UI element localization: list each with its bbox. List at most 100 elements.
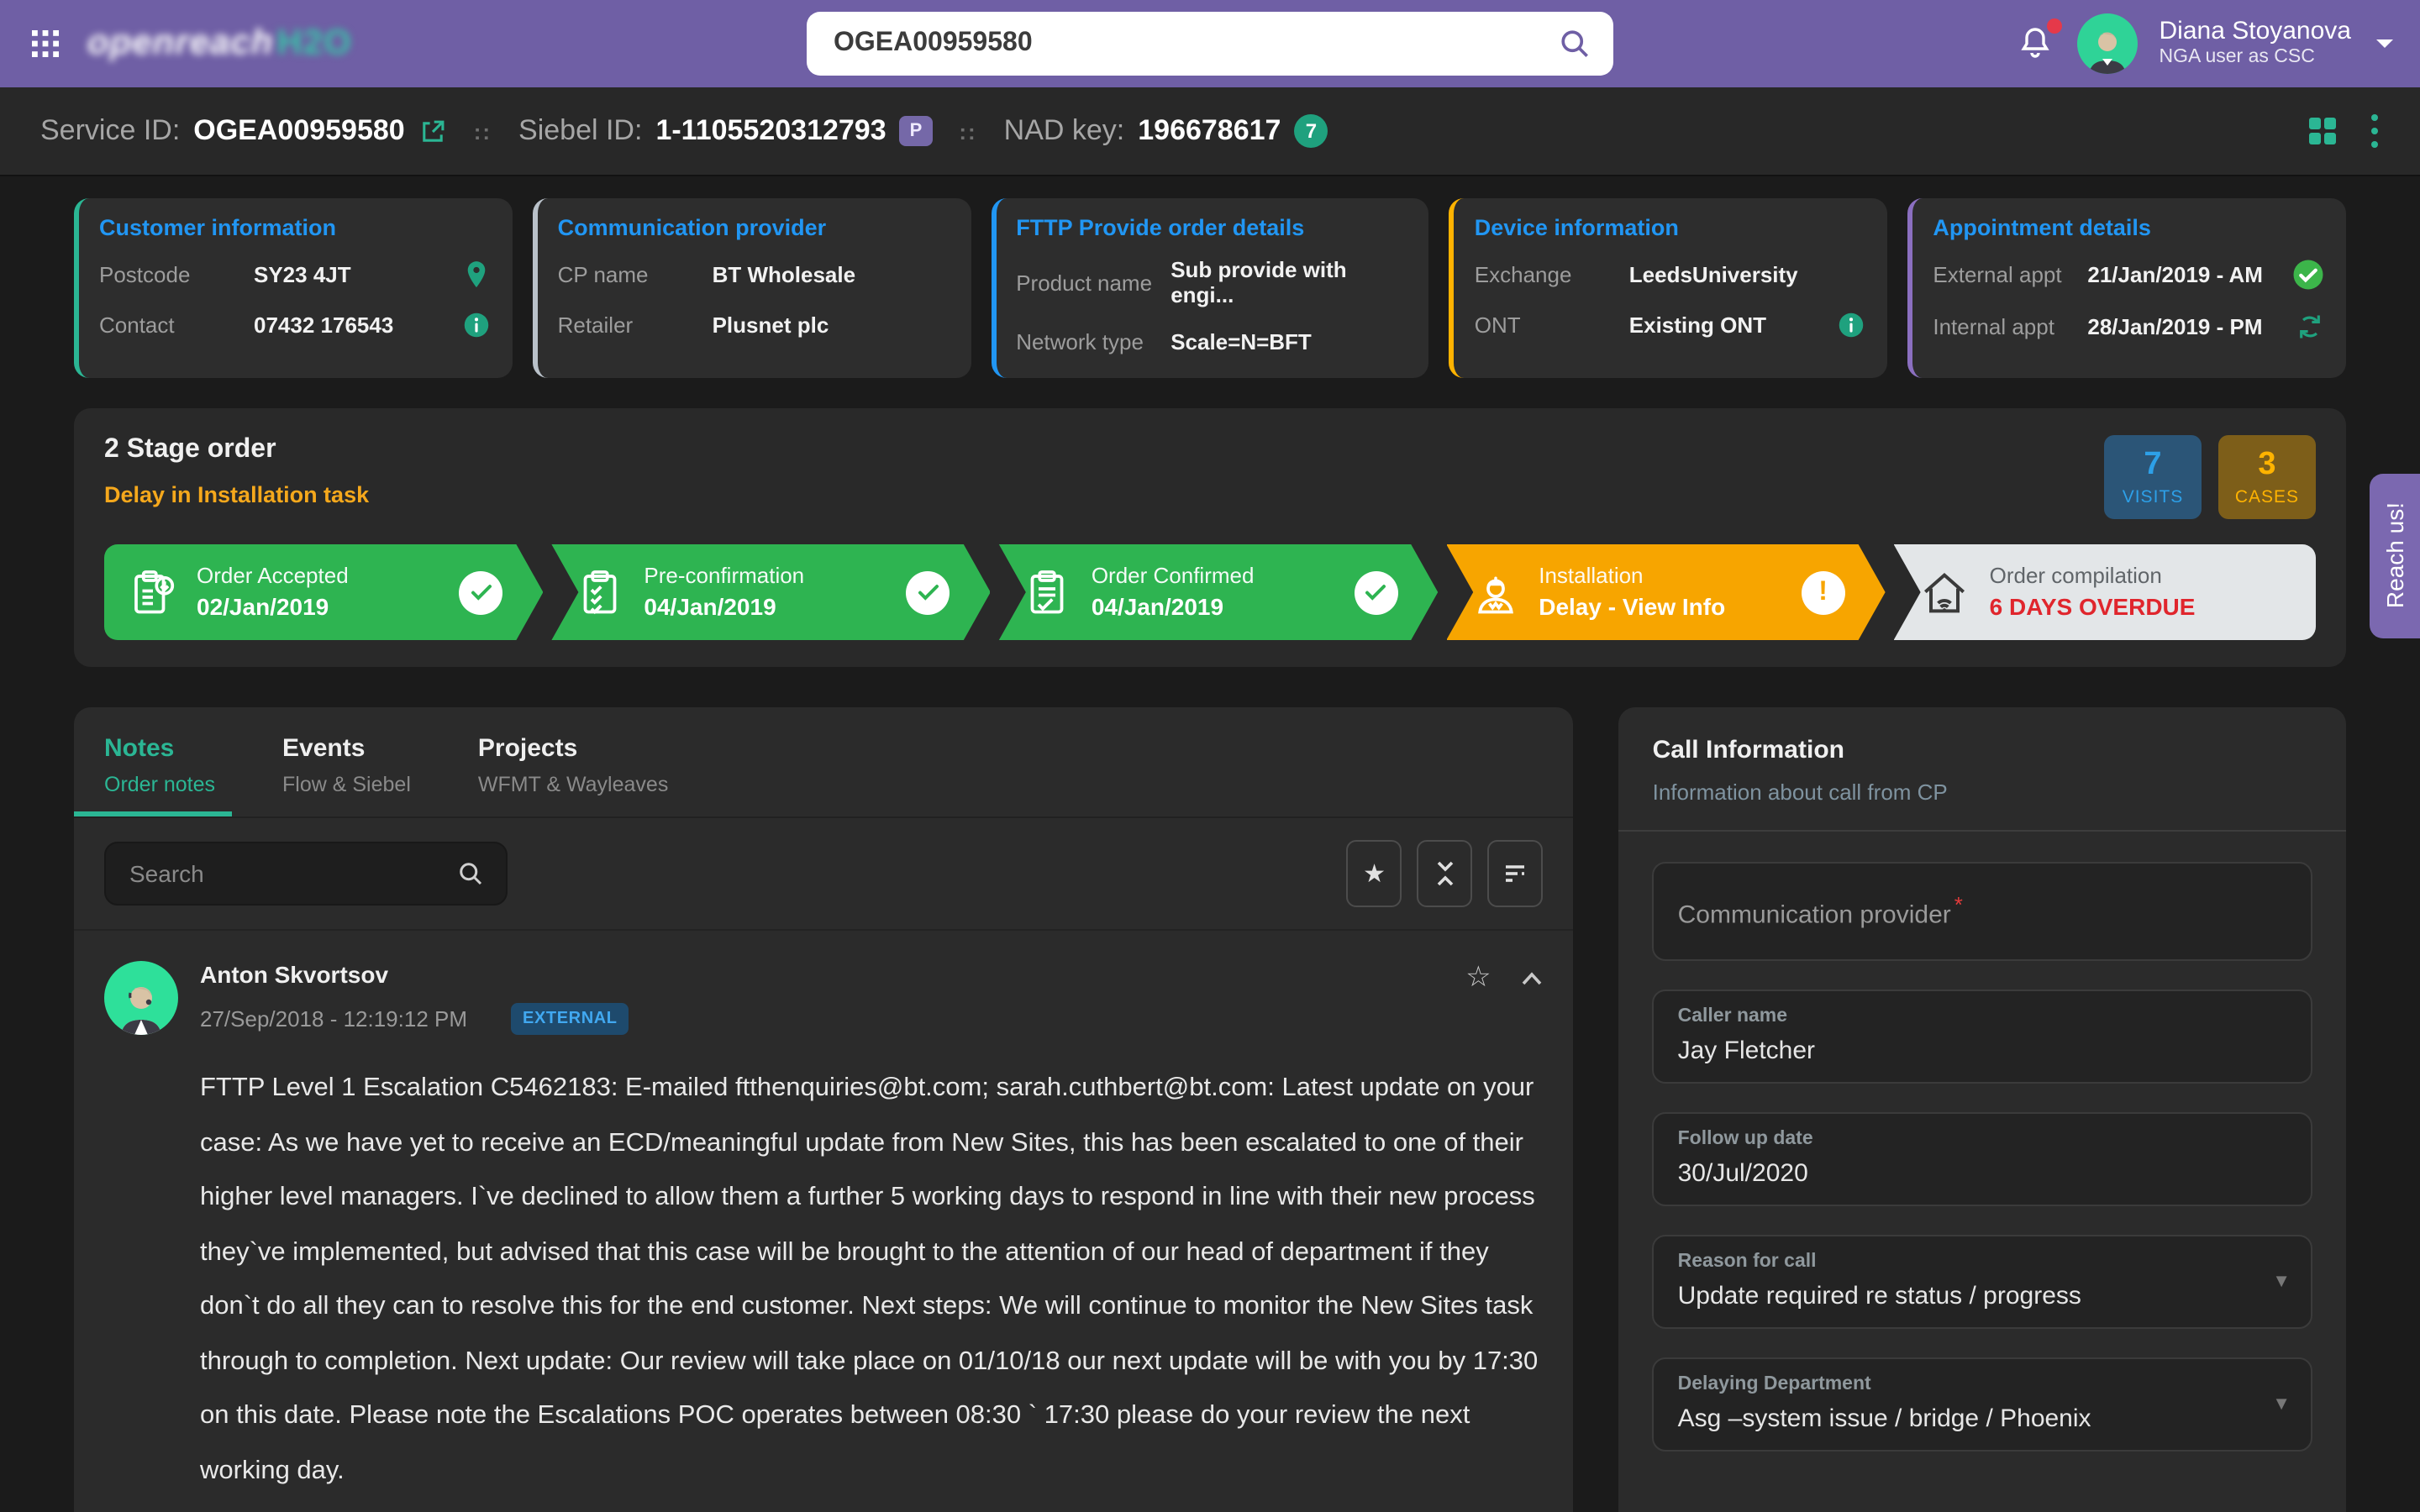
global-search-input[interactable] [834, 29, 1556, 59]
field-value: Asg –system issue / bridge / Phoenix [1678, 1405, 2287, 1434]
kebab-menu-icon[interactable] [2370, 113, 2380, 150]
filter-button[interactable] [1488, 840, 1544, 907]
refresh-icon[interactable] [2294, 310, 2326, 342]
card-row: Network type Scale=N=BFT [1016, 324, 1409, 358]
card-title: Device information [1475, 215, 1868, 240]
siebel-p-badge: P [900, 116, 933, 146]
field-value: Update required re status / progress [1678, 1283, 2287, 1311]
caller-name-field[interactable]: Caller name Jay Fletcher [1653, 990, 2312, 1084]
tab-label: Events [282, 734, 411, 763]
stage-date: 04/Jan/2019 [1092, 594, 1255, 622]
field-value: Jay Fletcher [1678, 1037, 2287, 1066]
service-id-bar: Service ID: OGEA00959580 :: Siebel ID: 1… [0, 87, 2420, 176]
user-menu-chevron-icon[interactable] [2373, 32, 2396, 55]
siebel-id-label: Siebel ID: [518, 114, 642, 148]
follow-up-date-field[interactable]: Follow up date 30/Jul/2020 [1653, 1113, 2312, 1207]
card-row: Exchange LeedsUniversity [1475, 257, 1868, 291]
location-pin-icon[interactable] [460, 258, 492, 290]
note-meta: Anton Skvortsov 27/Sep/2018 - 12:19:12 P… [200, 961, 629, 1035]
reach-us-tab[interactable]: Reach us! [2370, 474, 2420, 638]
stage-title: Order Accepted [197, 563, 349, 589]
stage-order-confirmed: Order Confirmed 04/Jan/2019 [999, 544, 1438, 640]
card-row: ONT Existing ONT [1475, 307, 1868, 341]
search-icon[interactable] [455, 858, 486, 889]
row-value: Sub provide with engi... [1171, 257, 1409, 307]
row-label: ONT [1475, 312, 1629, 337]
row-value: 28/Jan/2019 - PM [2087, 313, 2262, 339]
row-label: Retailer [558, 312, 713, 337]
reason-for-call-select[interactable]: Reason for call Update required re statu… [1653, 1236, 2312, 1330]
search-icon[interactable] [1556, 25, 1593, 62]
nad-key-value: 196678617 [1138, 114, 1281, 148]
service-id-label: Service ID: [40, 114, 180, 148]
siebel-id-value: 1-1105520312793 [655, 114, 886, 148]
row-label: Internal appt [1933, 313, 2087, 339]
nad-key-label: NAD key: [1004, 114, 1125, 148]
customer-information-card: Customer information Postcode SY23 4JT C… [74, 198, 513, 378]
note-author-avatar [104, 961, 178, 1035]
grid-view-icon[interactable] [2306, 114, 2339, 148]
delaying-department-select[interactable]: Delaying Department Asg –system issue / … [1653, 1358, 2312, 1452]
call-info-subtitle: Information about call from CP [1653, 780, 2312, 805]
app-grid-menu-icon[interactable] [27, 25, 64, 62]
card-row: CP name BT Wholesale [558, 257, 951, 291]
notification-dot [2047, 18, 2062, 34]
visits-label: VISITS [2123, 486, 2184, 507]
tab-label: Notes [104, 734, 215, 763]
cases-tile[interactable]: 3 CASES [2218, 435, 2316, 519]
cases-label: CASES [2235, 486, 2299, 507]
row-value: 21/Jan/2019 - AM [2087, 262, 2263, 287]
stage-alert-icon: ! [1802, 570, 1845, 614]
notes-search-input[interactable] [129, 860, 455, 887]
call-info-header: Call Information Information about call … [1619, 707, 2346, 832]
external-link-icon[interactable] [418, 117, 447, 145]
user-avatar[interactable] [2077, 13, 2138, 74]
collapse-all-button[interactable] [1418, 840, 1473, 907]
stage-title: Order compilation [1990, 563, 2196, 589]
communication-provider-field[interactable]: Communication provider* [1653, 862, 2312, 962]
engineer-icon [1470, 567, 1520, 617]
field-label: Caller name [1678, 1007, 2287, 1027]
nad-key-group: NAD key: 196678617 7 [1004, 114, 1328, 148]
row-label: Exchange [1475, 261, 1629, 286]
card-row: Retailer Plusnet plc [558, 307, 951, 341]
notifications-bell-icon[interactable] [2015, 24, 2055, 64]
separator: :: [959, 118, 976, 144]
service-id-group: Service ID: OGEA00959580 [40, 114, 447, 148]
visits-tile[interactable]: 7 VISITS [2104, 435, 2202, 519]
global-search [807, 12, 1613, 76]
tab-sublabel: WFMT & Wayleaves [478, 773, 668, 796]
info-icon[interactable] [1835, 308, 1867, 340]
card-row: Contact 07432 176543 [99, 307, 492, 341]
check-circle-icon [2291, 257, 2326, 292]
call-information-panel: Call Information Information about call … [1619, 707, 2346, 1512]
order-stage-panel: 2 Stage order Delay in Installation task… [74, 408, 2346, 667]
notes-panel: Notes Order notes Events Flow & Siebel P… [74, 707, 1574, 1512]
row-value: 07432 176543 [254, 312, 393, 337]
stage-check-icon [1354, 570, 1397, 614]
note-collapse-chevron-icon[interactable] [1522, 970, 1544, 985]
favourites-filter-button[interactable]: ★ [1347, 840, 1402, 907]
dropdown-caret-icon: ▼ [2272, 1273, 2291, 1293]
order-head-text: 2 Stage order Delay in Installation task [104, 435, 369, 507]
order-section: 2 Stage order Delay in Installation task… [0, 398, 2420, 697]
card-row: Internal appt 28/Jan/2019 - PM [1933, 309, 2326, 343]
app-window: openreachH2O [0, 0, 2420, 1512]
tab-events[interactable]: Events Flow & Siebel [282, 734, 411, 816]
tab-notes[interactable]: Notes Order notes [104, 734, 215, 816]
note-star-icon[interactable]: ☆ [1465, 961, 1491, 995]
device-information-card: Device information Exchange LeedsUnivers… [1449, 198, 1888, 378]
tab-label: Projects [478, 734, 668, 763]
tab-projects[interactable]: Projects WFMT & Wayleaves [478, 734, 668, 816]
field-value: 30/Jul/2020 [1678, 1160, 2287, 1189]
row-label: Postcode [99, 261, 254, 286]
row-value: Existing ONT [1629, 312, 1766, 337]
stage-check-icon [907, 570, 950, 614]
user-name: Diana Stoyanova [2160, 17, 2352, 47]
stage-installation-delay[interactable]: Installation Delay - View Info ! [1446, 544, 1885, 640]
row-value: Plusnet plc [713, 312, 829, 337]
info-icon[interactable] [460, 308, 492, 340]
stage-order-compilation: Order compilation 6 DAYS OVERDUE [1894, 544, 2316, 640]
row-label: External appt [1933, 262, 2087, 287]
call-info-title: Call Information [1653, 736, 2312, 764]
